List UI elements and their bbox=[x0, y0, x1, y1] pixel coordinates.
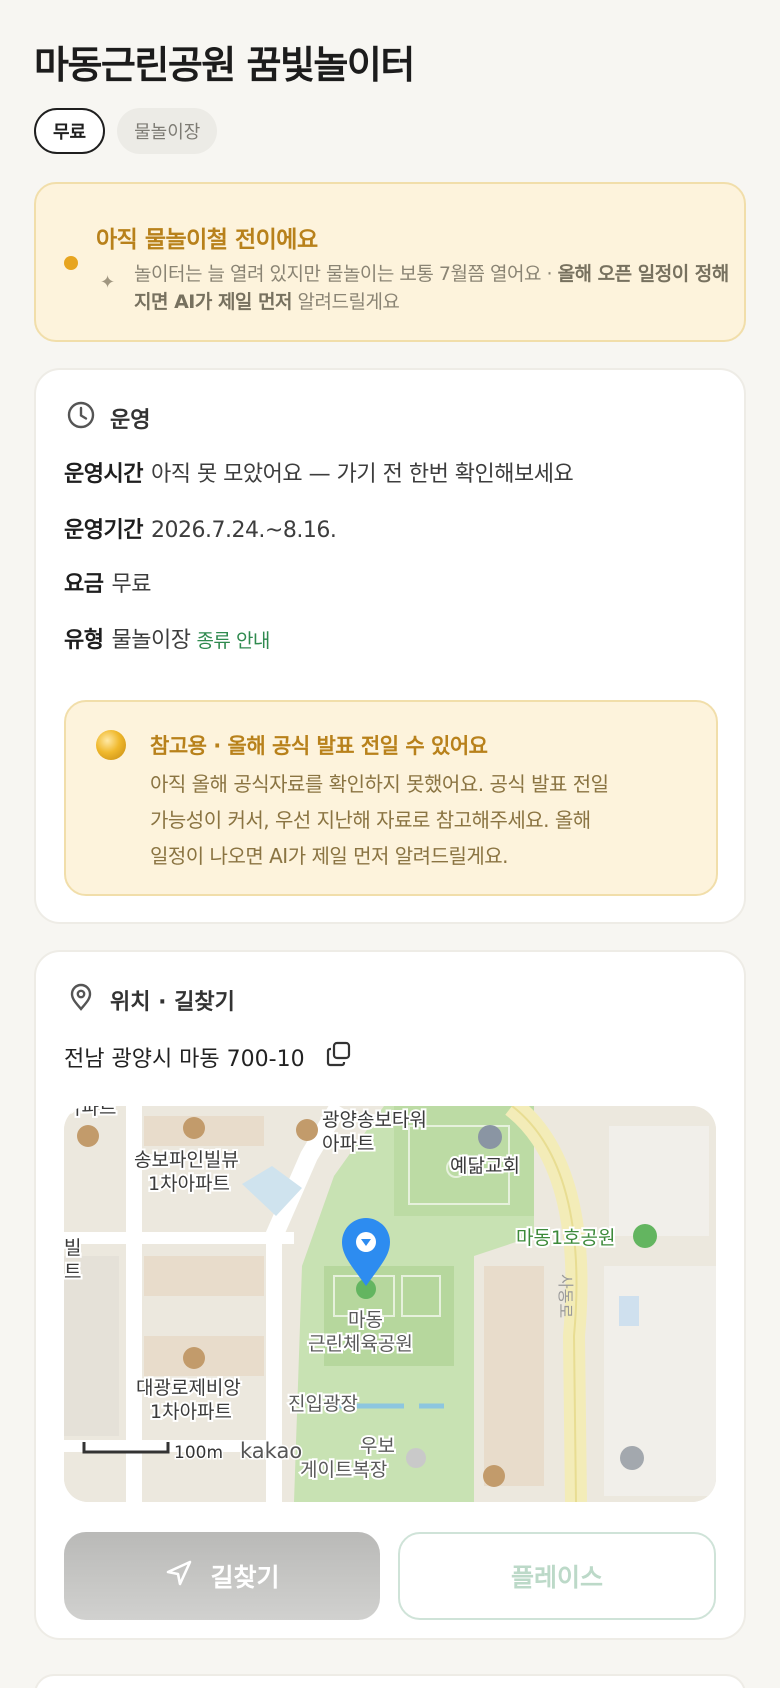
location-section-title: 위치 · 길찾기 bbox=[110, 990, 235, 1015]
type-row: 유형 물놀이장 종류 안내 bbox=[64, 622, 270, 654]
map-label-songbo: 송보파인빌뷰 bbox=[134, 1149, 239, 1171]
map-label-tower: 광양송보타워 bbox=[322, 1109, 427, 1131]
location-card: 위치 · 길찾기 전남 광양시 마동 700-10 아파트 광양송보타워 아파트… bbox=[34, 950, 746, 1640]
map-canvas[interactable]: 아파트 광양송보타워 아파트 예닮교회 송보파인빌뷰 1차아파트 빌 트 마동 … bbox=[64, 1106, 716, 1502]
map-label-songbo-line2: 1차아파트 bbox=[148, 1173, 230, 1195]
map-label-sports: 마동 bbox=[348, 1309, 383, 1331]
place-label: 플레이스 bbox=[510, 1563, 603, 1592]
map-label-gate: 우보 bbox=[360, 1435, 395, 1457]
location-pin-icon bbox=[66, 982, 96, 1018]
next-card-edge bbox=[34, 1674, 746, 1688]
address-text: 전남 광양시 마동 700-10 bbox=[64, 1047, 305, 1072]
map-label-edge-left: 빌 bbox=[64, 1237, 81, 1259]
hours-key: 운영시간 bbox=[64, 462, 143, 487]
map-label-sports-line2: 근린체육공원 bbox=[308, 1333, 413, 1355]
map-label-daegwang-line2: 1차아파트 bbox=[150, 1401, 232, 1423]
reference-line: 아직 올해 공식자료를 확인하지 못했어요. 공식 발표 전일 bbox=[150, 772, 609, 796]
clock-icon bbox=[66, 400, 96, 436]
copy-icon[interactable] bbox=[325, 1040, 353, 1074]
operation-card: 운영 운영시간 아직 못 모았어요 — 가기 전 한번 확인해보세요 운영기간 20… bbox=[34, 368, 746, 924]
map-label-gate-line2: 게이트복장 bbox=[300, 1459, 387, 1481]
page-title: 마동근린공원 꿈빛놀이터 bbox=[34, 43, 415, 87]
map-label-church: 예닮교회 bbox=[450, 1155, 520, 1177]
map-label-edge-left-line2: 트 bbox=[64, 1261, 81, 1283]
map-label-tower-line2: 아파트 bbox=[322, 1133, 374, 1155]
reference-line: 일정이 나오면 AI가 제일 먼저 알려드릴게요. bbox=[150, 844, 509, 868]
map-view[interactable]: 아파트 광양송보타워 아파트 예닮교회 송보파인빌뷰 1차아파트 빌 트 마동 … bbox=[64, 1106, 716, 1502]
fee-key: 요금 bbox=[64, 572, 104, 597]
period-key: 운영기간 bbox=[64, 518, 143, 543]
map-label-edge-top: 아파트 bbox=[64, 1106, 116, 1119]
map-label-daegwang: 대광로제비앙 bbox=[136, 1377, 241, 1399]
notice-heading: 아직 물놀이철 전이에요 bbox=[96, 227, 318, 253]
directions-label: 길찾기 bbox=[210, 1563, 280, 1592]
notice-body-text: 놀이터는 늘 열려 있지만 물놀이는 보통 7월쯤 열어요 · bbox=[134, 263, 558, 285]
operation-section-title: 운영 bbox=[110, 408, 151, 433]
hours-value: 아직 못 모았어요 — 가기 전 한번 확인해보세요 bbox=[150, 462, 574, 487]
notice-dot-icon bbox=[64, 256, 78, 270]
period-value: 2026.7.24.~8.16. bbox=[150, 518, 337, 543]
chip-water-play[interactable]: 물놀이장 bbox=[117, 108, 218, 154]
reference-notice: 참고용 · 올해 공식 발표 전일 수 있어요 아직 올해 공식자료를 확인하지… bbox=[64, 700, 718, 896]
type-value: 물놀이장 bbox=[111, 628, 191, 653]
place-button[interactable]: 플레이스 bbox=[398, 1532, 716, 1620]
notice-body-tail: 알려드릴게요 bbox=[291, 291, 400, 313]
map-label-road: 사동로 bbox=[556, 1274, 575, 1318]
reference-line: 가능성이 커서, 우선 지난해 자료로 참고해주세요. 올해 bbox=[150, 808, 591, 832]
map-scale: 100m bbox=[174, 1443, 223, 1463]
chip-free[interactable]: 무료 bbox=[34, 108, 106, 154]
tag-chips: 무료 물놀이장 bbox=[34, 108, 218, 154]
reference-heading: 참고용 · 올해 공식 발표 전일 수 있어요 bbox=[150, 734, 488, 758]
map-brand: kakao bbox=[240, 1439, 302, 1463]
map-label-park1: 마동1호공원 bbox=[516, 1227, 616, 1249]
navigation-arrow-icon bbox=[164, 1558, 194, 1594]
map-label-plaza: 진입광장 bbox=[288, 1393, 358, 1415]
notice-body: 놀이터는 늘 열려 있지만 물놀이는 보통 7월쯤 열어요 · 올해 오픈 일정… bbox=[134, 260, 734, 316]
reference-body: 아직 올해 공식자료를 확인하지 못했어요. 공식 발표 전일 가능성이 커서,… bbox=[150, 766, 670, 874]
fee-row: 요금 무료 bbox=[64, 566, 151, 598]
period-row: 운영기간 2026.7.24.~8.16. bbox=[64, 512, 337, 544]
hours-row: 운영시간 아직 못 모았어요 — 가기 전 한번 확인해보세요 bbox=[64, 456, 574, 488]
type-key: 유형 bbox=[64, 628, 104, 653]
reference-orb-icon bbox=[96, 730, 126, 760]
detail-page: 마동근린공원 꿈빛놀이터 무료 물놀이장 아직 물놀이철 전이에요 ✦ 놀이터는… bbox=[0, 0, 780, 1688]
location-section-header: 위치 · 길찾기 bbox=[66, 982, 235, 1018]
address-row: 전남 광양시 마동 700-10 bbox=[64, 1040, 353, 1074]
type-guide-link[interactable]: 종류 안내 bbox=[196, 630, 270, 652]
operation-section-header: 운영 bbox=[66, 400, 150, 436]
fee-value: 무료 bbox=[111, 572, 151, 597]
directions-button[interactable]: 길찾기 bbox=[64, 1532, 380, 1620]
sparkle-icon: ✦ bbox=[100, 272, 116, 293]
season-notice: 아직 물놀이철 전이에요 ✦ 놀이터는 늘 열려 있지만 물놀이는 보통 7월쯤… bbox=[34, 182, 746, 342]
